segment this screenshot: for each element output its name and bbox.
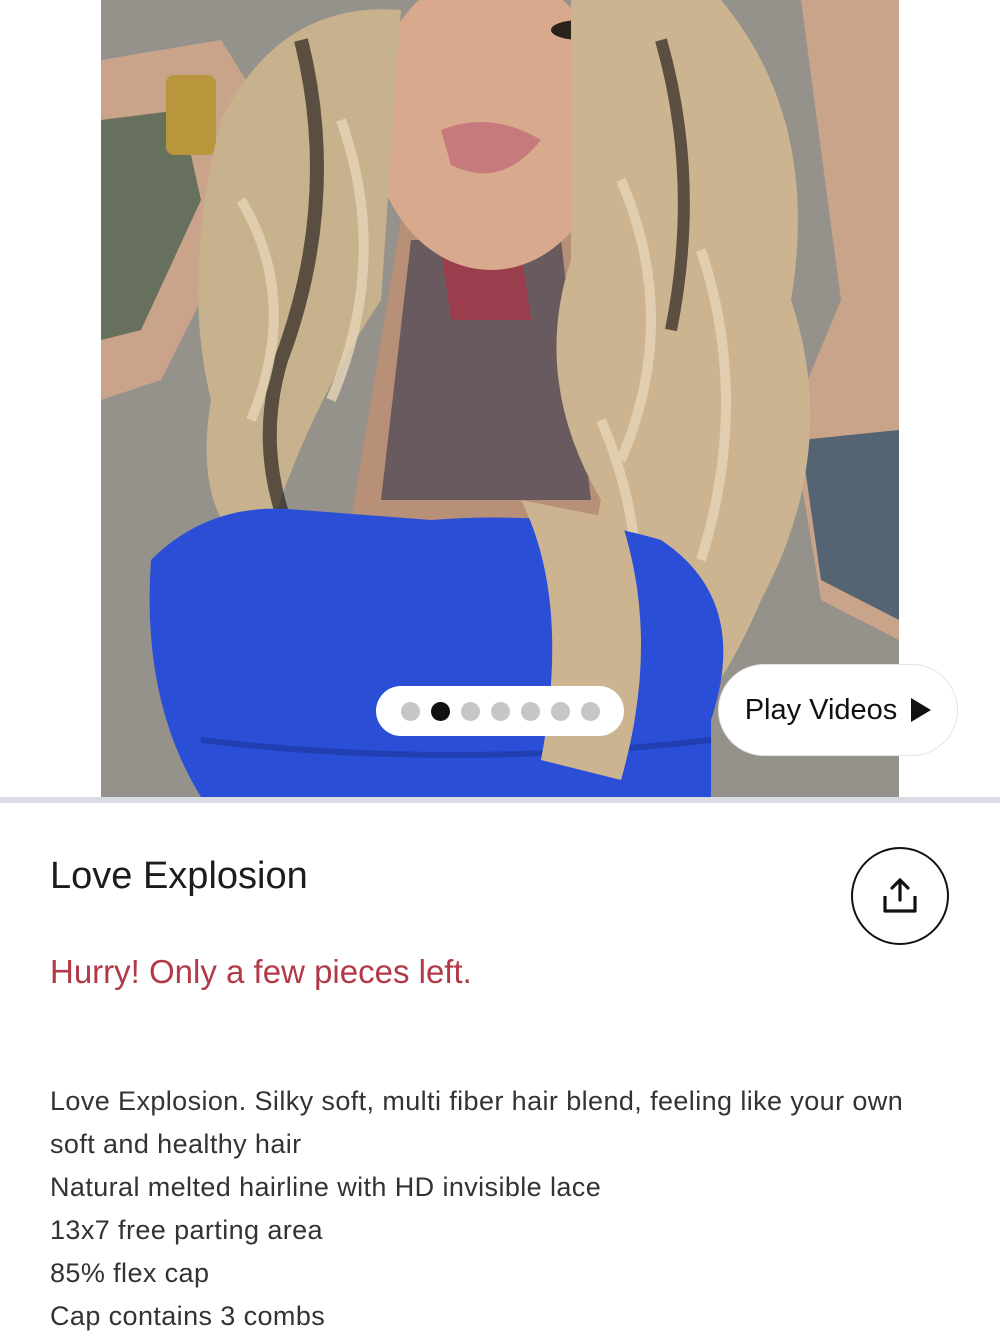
carousel-dot[interactable]	[520, 701, 540, 721]
description-line: Love Explosion. Silky soft, multi fiber …	[50, 1086, 904, 1159]
carousel-dot[interactable]	[580, 701, 600, 721]
carousel-dot[interactable]	[550, 701, 570, 721]
share-button[interactable]	[851, 847, 949, 945]
carousel-dot[interactable]	[400, 701, 420, 721]
carousel-dot[interactable]	[490, 701, 510, 721]
carousel-dot[interactable]	[460, 701, 480, 721]
low-stock-message: Hurry! Only a few pieces left.	[50, 953, 472, 990]
carousel-pagination[interactable]	[376, 686, 624, 736]
description-line: 85% flex cap	[50, 1258, 210, 1288]
play-videos-label: Play Videos	[744, 693, 898, 726]
share-upload-icon	[883, 878, 917, 913]
play-videos-button[interactable]: Play Videos	[718, 664, 958, 756]
description-line: 13x7 free parting area	[50, 1215, 323, 1245]
description-line: Cap contains 3 combs	[50, 1301, 326, 1331]
product-image-gallery[interactable]: Play Videos	[0, 0, 1000, 797]
product-description: Love Explosion. Silky soft, multi fiber …	[50, 1080, 950, 1338]
carousel-dot[interactable]	[430, 701, 450, 721]
play-triangle-icon	[911, 698, 932, 722]
section-divider	[0, 797, 1000, 803]
description-line: Natural melted hairline with HD invisibl…	[50, 1172, 602, 1202]
product-title: Love Explosion	[50, 855, 308, 897]
